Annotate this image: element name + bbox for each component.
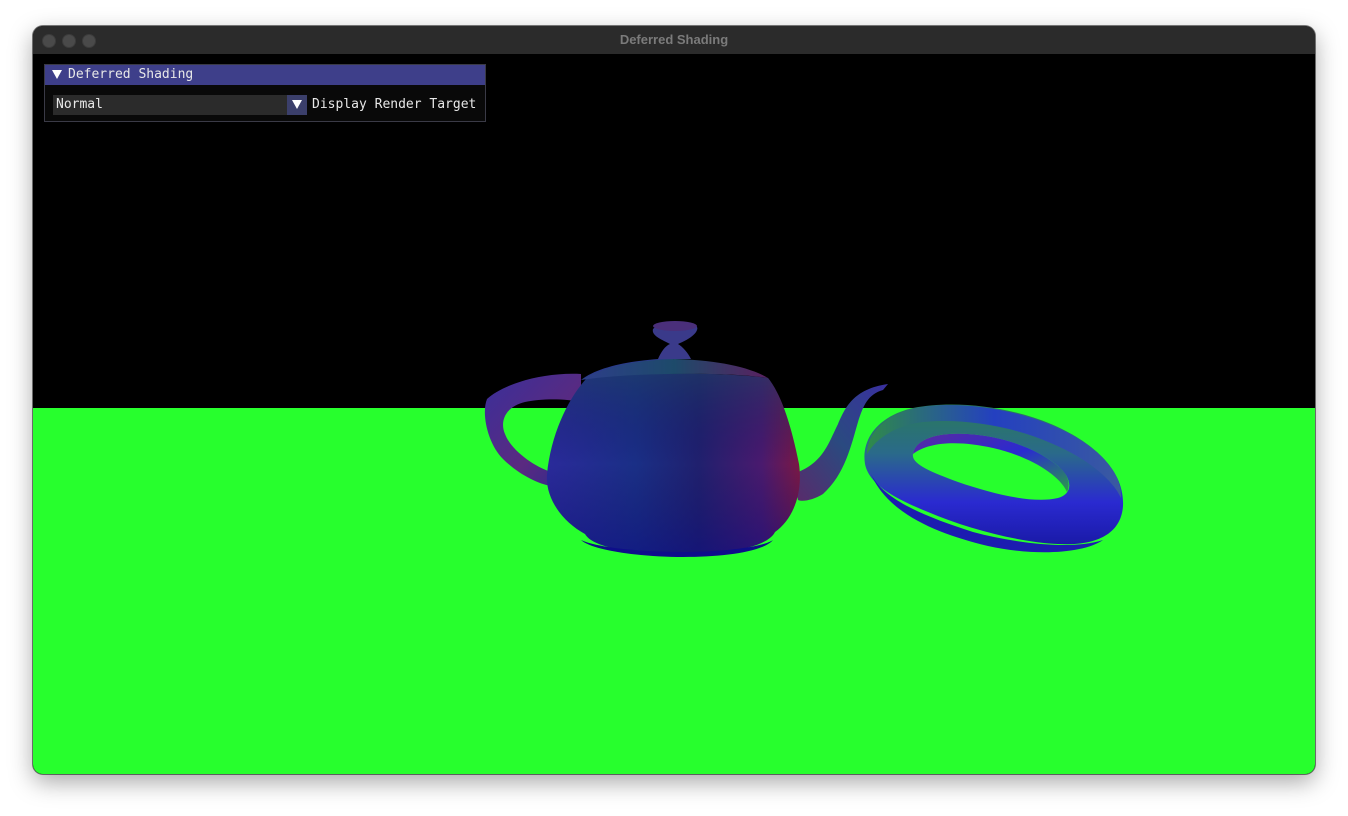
panel-title: Deferred Shading xyxy=(68,67,194,82)
combo-dropdown-button[interactable] xyxy=(287,95,307,115)
render-target-combo[interactable]: Normal xyxy=(53,95,307,115)
settings-panel: Deferred Shading Normal Display Render T… xyxy=(44,64,486,122)
render-viewport[interactable]: Deferred Shading Normal Display Render T… xyxy=(33,54,1315,774)
window-title: Deferred Shading xyxy=(619,32,729,47)
app-window: Deferred Shading Deferred Shading Normal… xyxy=(33,26,1315,774)
render-target-label: Display Render Target xyxy=(312,97,477,112)
render-target-value: Normal xyxy=(56,97,103,112)
chevron-down-icon xyxy=(292,100,302,109)
panel-header[interactable]: Deferred Shading xyxy=(45,65,485,85)
collapse-arrow-icon[interactable] xyxy=(52,70,62,79)
title-bar[interactable]: Deferred Shading xyxy=(33,26,1315,55)
scene-canvas xyxy=(33,54,1315,774)
